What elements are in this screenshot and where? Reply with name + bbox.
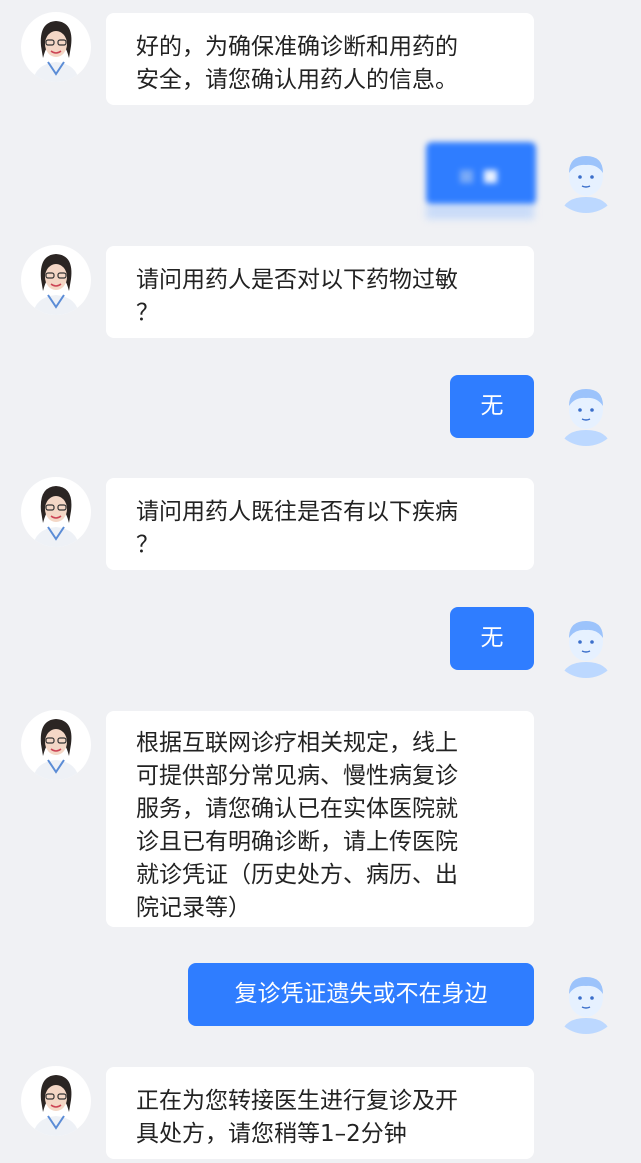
message-text: 可提供部分常见病、慢性病复诊	[136, 763, 458, 789]
message-text: 服务，请您确认已在实体医院就	[136, 796, 458, 822]
redacted-block	[484, 170, 497, 183]
message-text: 请问用药人既往是否有以下疾病	[136, 499, 458, 525]
message-text: 根据互联网诊疗相关规定，线上	[136, 730, 458, 756]
message-text: 复诊凭证遗失或不在身边	[234, 981, 488, 1007]
user-avatar-icon[interactable]	[551, 143, 621, 213]
message-text: ？	[136, 532, 159, 558]
doctor-message-bubble: 根据互联网诊疗相关规定，线上 可提供部分常见病、慢性病复诊 服务，请您确认已在实…	[106, 711, 534, 927]
doctor-avatar-icon[interactable]	[21, 710, 91, 780]
doctor-avatar-icon[interactable]	[21, 245, 91, 315]
doctor-message-bubble: 请问用药人既往是否有以下疾病 ？	[106, 478, 534, 570]
user-avatar-icon[interactable]	[551, 964, 621, 1034]
user-avatar-icon[interactable]	[551, 376, 621, 446]
user-avatar-icon[interactable]	[551, 608, 621, 678]
redacted-block	[460, 170, 473, 183]
message-text: 无	[480, 393, 504, 419]
doctor-message-bubble: 正在为您转接医生进行复诊及开 具处方，请您稍等1–2分钟	[106, 1067, 534, 1159]
redaction-smear	[426, 205, 534, 219]
doctor-avatar-icon[interactable]	[21, 477, 91, 547]
doctor-message-bubble: 好的，为确保准确诊断和用药的 安全，请您确认用药人的信息。	[106, 13, 534, 105]
message-text: 院记录等）	[136, 895, 251, 921]
message-text: 正在为您转接医生进行复诊及开	[136, 1088, 458, 1114]
doctor-avatar-icon[interactable]	[21, 12, 91, 82]
doctor-avatar-icon[interactable]	[21, 1066, 91, 1136]
message-text: 具处方，请您稍等1–2分钟	[136, 1121, 407, 1147]
message-text: 诊且已有明确诊断，请上传医院	[136, 829, 458, 855]
message-text: 就诊凭证（历史处方、病历、出	[136, 862, 458, 888]
message-text: 好的，为确保准确诊断和用药的	[136, 34, 458, 60]
user-message-bubble: 无	[450, 607, 534, 670]
redacted-user-message-bubble	[426, 142, 536, 205]
message-text: 请问用药人是否对以下药物过敏	[136, 267, 458, 293]
user-message-bubble: 复诊凭证遗失或不在身边	[188, 963, 534, 1026]
user-message-bubble: 无	[450, 375, 534, 438]
message-text: ？	[136, 300, 159, 326]
message-text: 安全，请您确认用药人的信息。	[136, 67, 458, 93]
doctor-message-bubble: 请问用药人是否对以下药物过敏 ？	[106, 246, 534, 338]
message-text: 无	[480, 625, 504, 651]
